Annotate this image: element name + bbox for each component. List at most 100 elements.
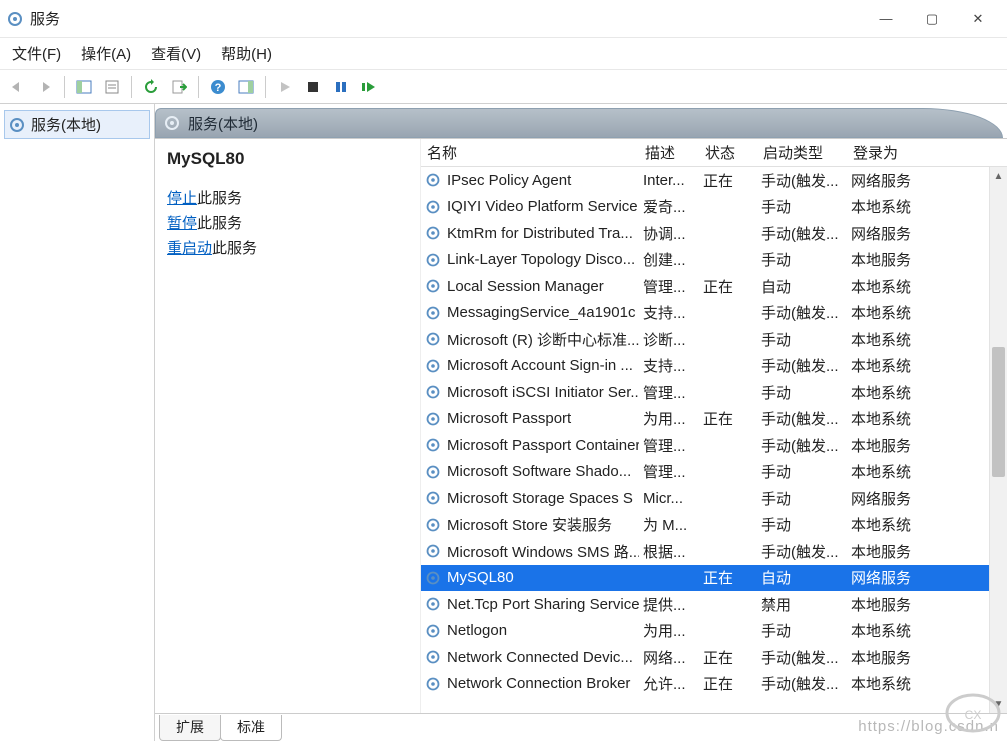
menu-help[interactable]: 帮助(H) [213, 39, 284, 68]
service-startup: 手动 [757, 380, 847, 405]
stop-link[interactable]: 停止 [167, 190, 197, 207]
services-app-icon [6, 10, 24, 28]
gear-icon [425, 570, 441, 586]
col-login[interactable]: 登录为 [847, 138, 933, 167]
service-startup: 手动(触发... [757, 671, 847, 696]
restart-service-button[interactable] [356, 74, 382, 100]
service-startup: 手动 [757, 459, 847, 484]
service-row[interactable]: Link-Layer Topology Disco...创建...手动本地服务 [421, 247, 1007, 274]
service-desc: 创建... [639, 247, 699, 272]
service-row[interactable]: IQIYI Video Platform Service爱奇...手动本地系统 [421, 194, 1007, 221]
tree-pane: 服务(本地) [0, 104, 155, 741]
service-desc: 管理... [639, 274, 699, 299]
service-desc: Inter... [639, 170, 699, 191]
action-pane-button[interactable] [233, 74, 259, 100]
menu-file[interactable]: 文件(F) [4, 39, 73, 68]
tree-node-label: 服务(本地) [31, 114, 101, 135]
service-login: 本地系统 [847, 512, 933, 537]
tab-standard[interactable]: 标准 [220, 715, 282, 741]
service-row[interactable]: KtmRm for Distributed Tra...协调...手动(触发..… [421, 220, 1007, 247]
scroll-down-icon[interactable]: ▼ [990, 695, 1007, 713]
service-row[interactable]: Local Session Manager管理...正在自动本地系统 [421, 273, 1007, 300]
service-login: 本地系统 [847, 353, 933, 378]
service-desc: 管理... [639, 433, 699, 458]
service-row[interactable]: Microsoft Passport为用...正在手动(触发...本地系统 [421, 406, 1007, 433]
service-startup: 手动(触发... [757, 645, 847, 670]
menu-view[interactable]: 查看(V) [143, 39, 213, 68]
col-status[interactable]: 状态 [699, 138, 757, 167]
col-name[interactable]: 名称 [421, 138, 639, 167]
service-startup: 禁用 [757, 592, 847, 617]
service-row[interactable]: Microsoft Software Shado...管理...手动本地系统 [421, 459, 1007, 486]
main-split: 服务(本地) 服务(本地) MySQL80 停止此服务 暂停此服务 重启动此服务… [0, 104, 1007, 741]
service-startup: 手动(触发... [757, 539, 847, 564]
service-row[interactable]: MySQL80正在自动网络服务 [421, 565, 1007, 592]
export-list-button[interactable] [166, 74, 192, 100]
minimize-button[interactable]: — [863, 4, 909, 34]
gear-icon [425, 543, 441, 559]
service-login: 网络服务 [847, 168, 933, 193]
properties-button[interactable] [99, 74, 125, 100]
service-login: 本地系统 [847, 327, 933, 352]
service-status [699, 523, 757, 527]
service-status [699, 390, 757, 394]
service-desc: 为用... [639, 406, 699, 431]
pause-service-button[interactable] [328, 74, 354, 100]
close-button[interactable]: ✕ [955, 4, 1001, 34]
bottom-tabs: 扩展 标准 [155, 713, 1007, 741]
pause-link[interactable]: 暂停 [167, 215, 197, 232]
gear-icon [425, 305, 441, 321]
service-name: KtmRm for Distributed Tra... [447, 225, 633, 242]
tab-extended[interactable]: 扩展 [159, 715, 221, 741]
vertical-scrollbar[interactable]: ▲ ▼ [989, 167, 1007, 713]
service-row[interactable]: Netlogon为用...手动本地系统 [421, 618, 1007, 645]
tree-node-services-local[interactable]: 服务(本地) [4, 110, 150, 139]
back-button[interactable] [4, 74, 30, 100]
service-row[interactable]: MessagingService_4a1901c支持...手动(触发...本地系… [421, 300, 1007, 327]
scroll-thumb[interactable] [992, 347, 1005, 477]
service-name: Network Connected Devic... [447, 649, 633, 666]
service-row[interactable]: Network Connected Devic...网络...正在手动(触发..… [421, 644, 1007, 671]
selected-service-name: MySQL80 [167, 149, 408, 169]
maximize-button[interactable]: ▢ [909, 4, 955, 34]
restart-link[interactable]: 重启动 [167, 240, 212, 257]
service-list: 名称 描述 状态 启动类型 登录为 IPsec Policy Agent Inte… [420, 139, 1007, 713]
forward-button[interactable] [32, 74, 58, 100]
service-startup: 手动 [757, 194, 847, 219]
show-hide-tree-button[interactable] [71, 74, 97, 100]
menu-action[interactable]: 操作(A) [73, 39, 143, 68]
service-desc: 管理... [639, 459, 699, 484]
service-row[interactable]: Microsoft (R) 诊断中心标准...诊断...手动本地系统 [421, 326, 1007, 353]
service-login: 网络服务 [847, 565, 933, 590]
stop-service-button[interactable] [300, 74, 326, 100]
service-row[interactable]: Net.Tcp Port Sharing Service提供...禁用本地服务 [421, 591, 1007, 618]
service-row[interactable]: Microsoft Account Sign-in ...支持...手动(触发.… [421, 353, 1007, 380]
svg-text:?: ? [215, 82, 222, 94]
col-desc[interactable]: 描述 [639, 138, 699, 167]
service-row[interactable]: Microsoft iSCSI Initiator Ser...管理...手动本… [421, 379, 1007, 406]
service-name: IPsec Policy Agent [447, 172, 571, 189]
service-startup: 手动 [757, 486, 847, 511]
help-button[interactable]: ? [205, 74, 231, 100]
service-desc: 根据... [639, 539, 699, 564]
start-service-button[interactable] [272, 74, 298, 100]
service-row[interactable]: IPsec Policy AgentInter...正在手动(触发...网络服务 [421, 167, 1007, 194]
refresh-button[interactable] [138, 74, 164, 100]
service-startup: 自动 [757, 274, 847, 299]
service-status: 正在 [699, 671, 757, 696]
service-startup: 手动(触发... [757, 221, 847, 246]
service-row[interactable]: Microsoft Windows SMS 路...根据...手动(触发...本… [421, 538, 1007, 565]
service-row[interactable]: Microsoft Storage Spaces SMicr...手动网络服务 [421, 485, 1007, 512]
service-row[interactable]: Microsoft Passport Container管理...手动(触发..… [421, 432, 1007, 459]
service-login: 本地服务 [847, 433, 933, 458]
service-row[interactable]: Network Connection Broker允许...正在手动(触发...… [421, 671, 1007, 698]
service-startup: 手动(触发... [757, 406, 847, 431]
service-status [699, 496, 757, 500]
service-name: Microsoft Account Sign-in ... [447, 357, 633, 374]
col-startup[interactable]: 启动类型 [757, 138, 847, 167]
pane-body: MySQL80 停止此服务 暂停此服务 重启动此服务 名称 描述 状态 启动类型… [155, 138, 1007, 713]
service-row[interactable]: Microsoft Store 安装服务为 M...手动本地系统 [421, 512, 1007, 539]
scroll-up-icon[interactable]: ▲ [990, 167, 1007, 185]
service-status [699, 231, 757, 235]
gear-icon [164, 115, 180, 131]
